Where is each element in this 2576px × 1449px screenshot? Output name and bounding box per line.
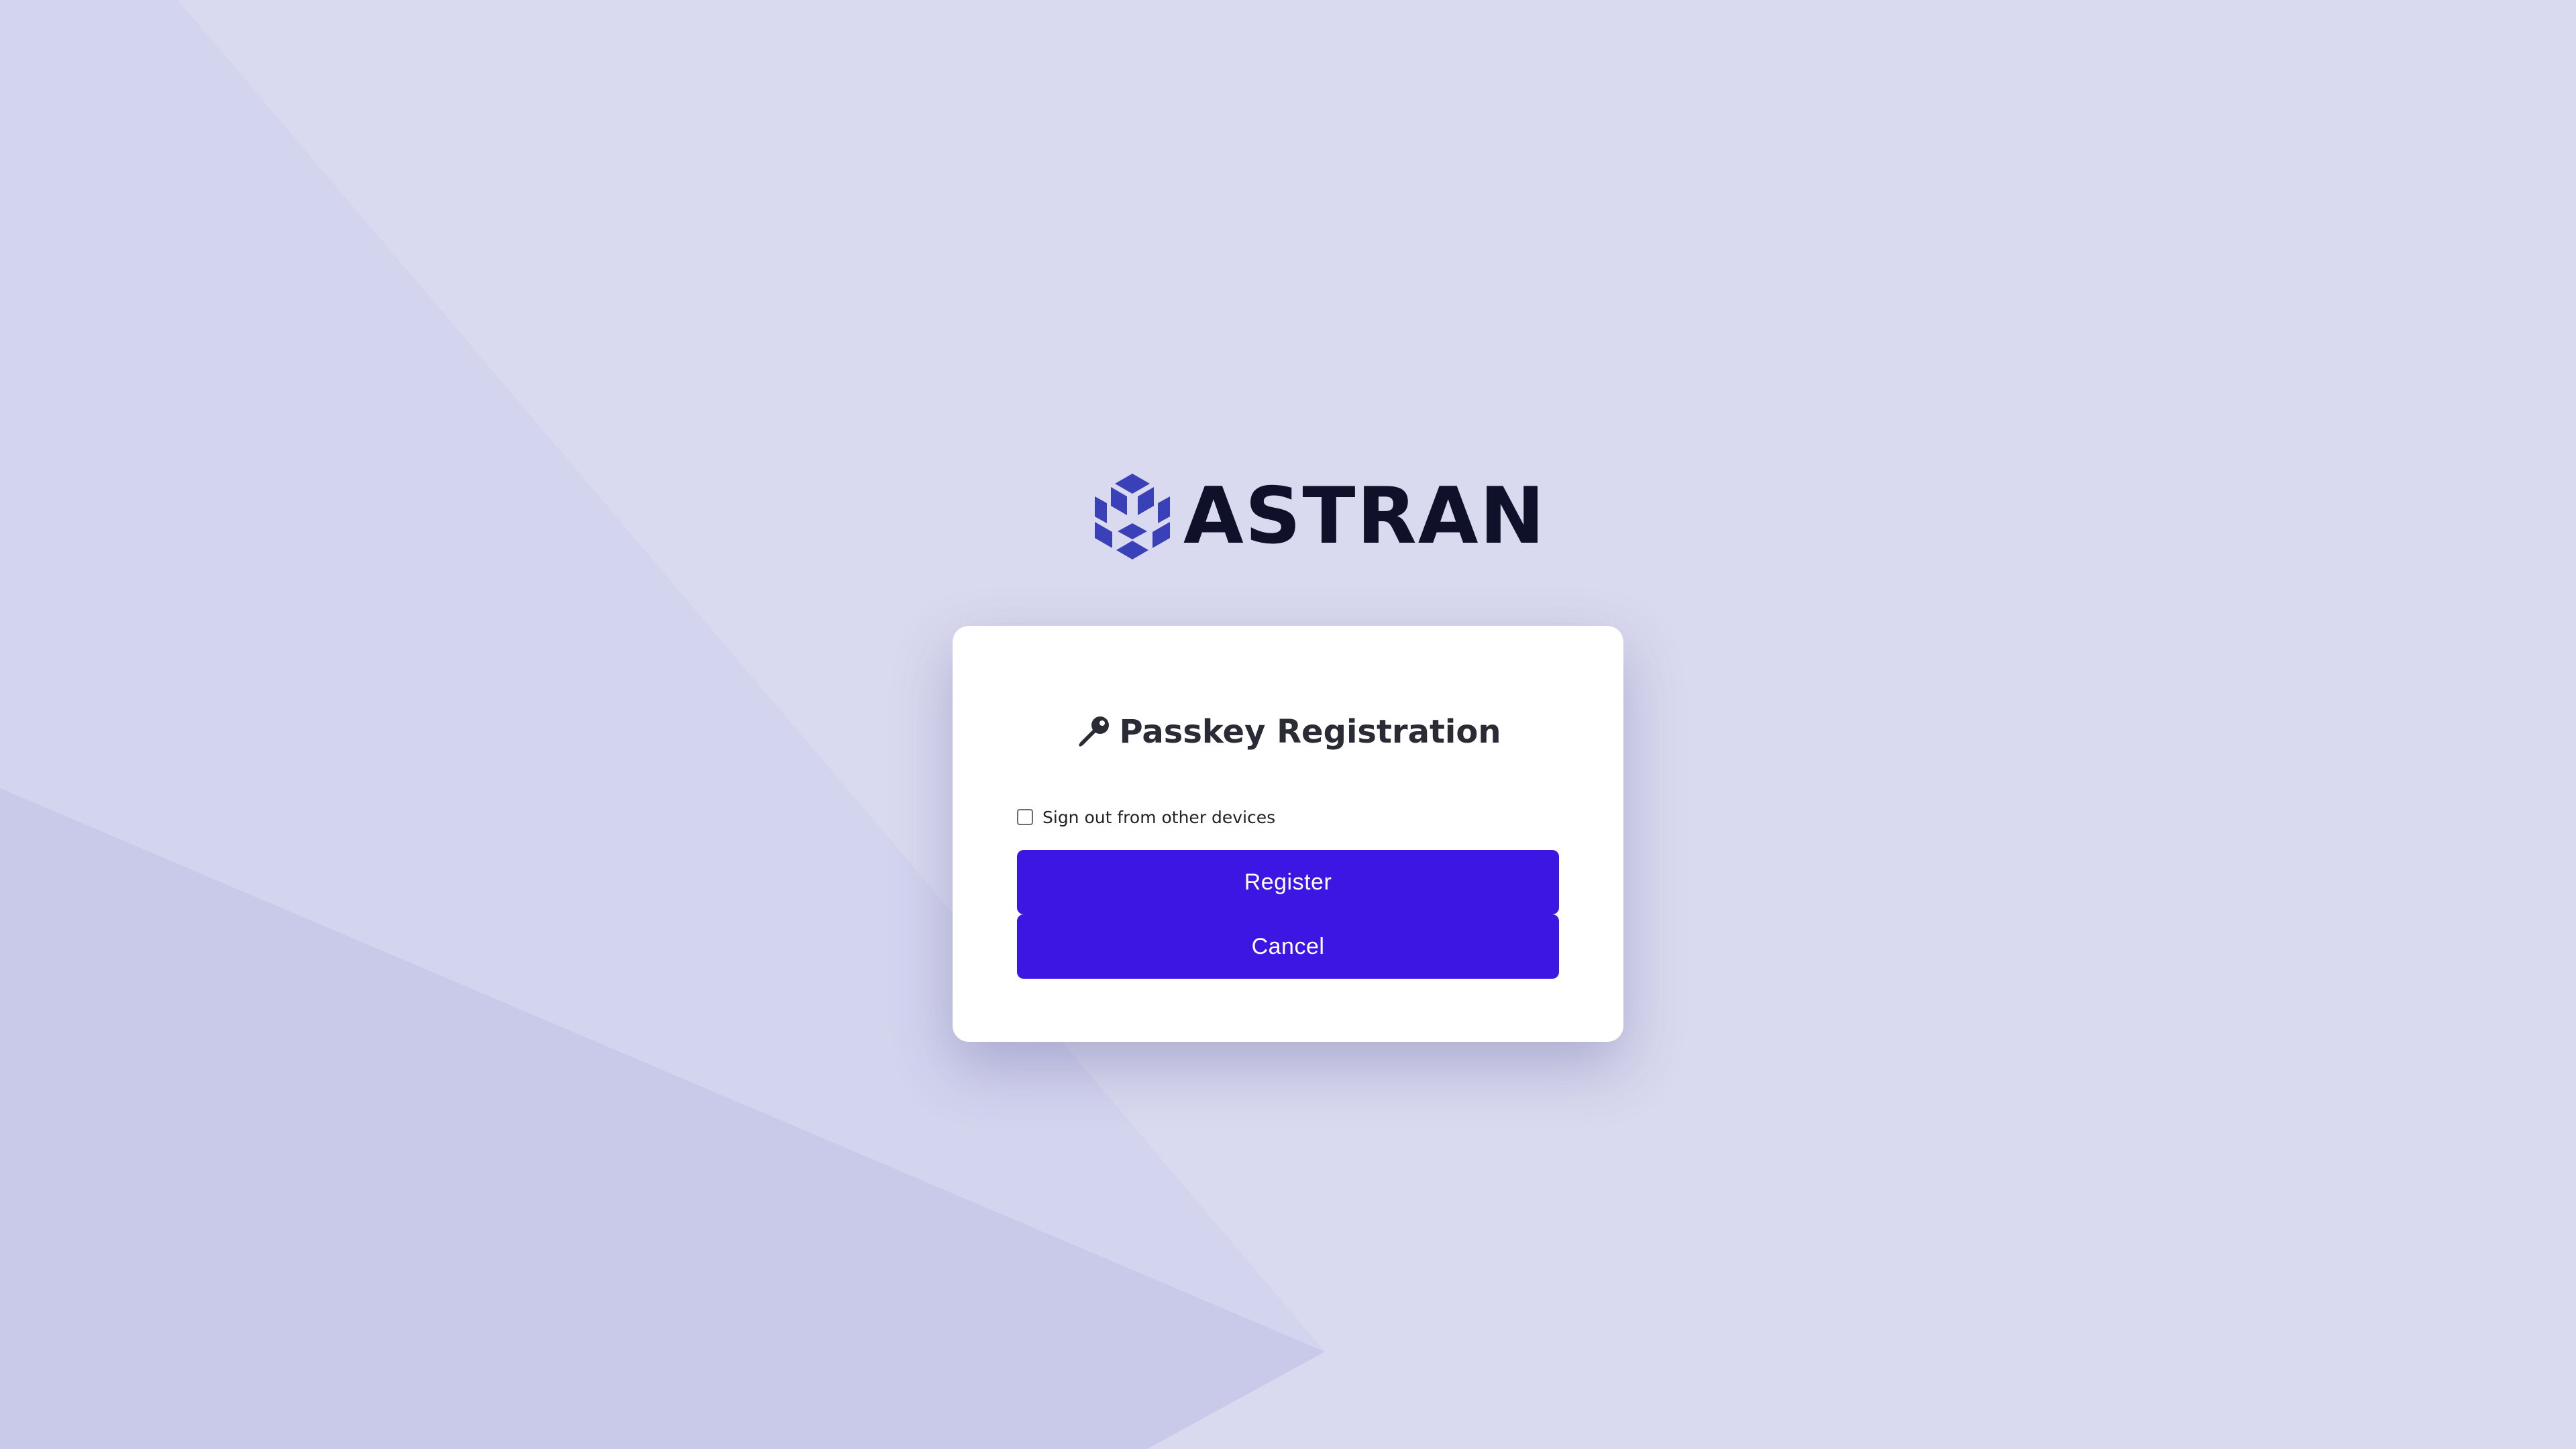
- cancel-button[interactable]: Cancel: [1017, 914, 1559, 979]
- passkey-registration-card: Passkey Registration Sign out from other…: [953, 626, 1623, 1042]
- dialog-title: Passkey Registration: [953, 713, 1623, 751]
- brand-name: ASTRAN: [1183, 471, 1546, 561]
- sign-out-checkbox-label[interactable]: Sign out from other devices: [1042, 808, 1275, 827]
- hexagon-cube-logo-icon: [1095, 474, 1170, 559]
- brand-logo: ASTRAN: [1093, 470, 1545, 564]
- sign-out-other-devices-option[interactable]: Sign out from other devices: [1017, 804, 1275, 830]
- key-icon: [1079, 716, 1110, 747]
- register-button[interactable]: Register: [1017, 850, 1559, 914]
- sign-out-checkbox[interactable]: [1017, 809, 1033, 825]
- dialog-title-text: Passkey Registration: [1119, 713, 1501, 751]
